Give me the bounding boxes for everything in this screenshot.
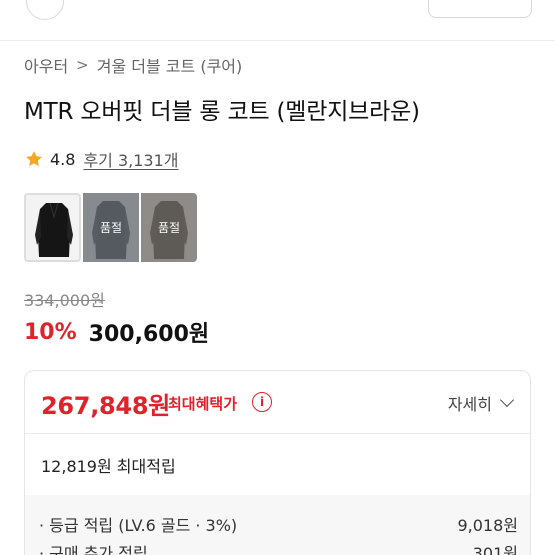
points-total: 12,819원 최대적립 [41, 457, 176, 476]
color-option-black[interactable] [24, 193, 81, 262]
points-label: · 구매 추가 적립 [39, 544, 148, 555]
discount-rate: 10% [24, 319, 77, 345]
back-button[interactable] [26, 0, 64, 20]
star-icon [26, 151, 42, 167]
points-breakdown: · 등급 적립 (LV.6 골드 · 3%) 9,018원 · 구매 추가 적립… [25, 495, 530, 555]
color-option-brown[interactable]: 품절 [141, 193, 197, 262]
color-options: 품절 품절 [24, 193, 197, 262]
breadcrumb: 아우터 > 겨울 더블 코트 (쿠어) [24, 53, 242, 77]
benefit-header[interactable]: 267,848원 최대혜택가 i 자세히 [25, 371, 530, 433]
original-price: 334,000원 [24, 291, 105, 310]
max-benefit-price: 267,848원 [41, 392, 170, 420]
color-option-navy[interactable]: 품절 [83, 193, 139, 262]
rating-value: 4.8 [50, 149, 76, 169]
review-link[interactable]: 후기 3,131개 [83, 147, 178, 171]
points-label: · 등급 적립 (LV.6 골드 · 3%) [39, 516, 238, 535]
points-amount: 301원 [472, 544, 518, 555]
list-item: · 등급 적립 (LV.6 골드 · 3%) 9,018원 [39, 512, 518, 536]
benefit-panel: 267,848원 최대혜택가 i 자세히 12,819원 최대적립 · 등급 적… [24, 370, 531, 555]
top-action-button[interactable] [428, 0, 532, 18]
breadcrumb-separator: > [76, 56, 89, 74]
soldout-label: 품절 [141, 193, 197, 262]
divider [0, 40, 555, 41]
info-icon[interactable]: i [252, 392, 272, 412]
sale-price: 300,600원 [88, 322, 210, 347]
detail-label: 자세히 [447, 395, 492, 414]
page-title: MTR 오버핏 더블 롱 코트 (멜란지브라운) [24, 99, 420, 125]
max-benefit-label: 최대혜택가 [168, 395, 238, 413]
soldout-label: 품절 [83, 193, 139, 262]
points-amount: 9,018원 [457, 516, 518, 535]
price-row: 10% 300,600원 [24, 316, 209, 348]
breadcrumb-item-outer[interactable]: 아우터 [24, 53, 68, 77]
detail-toggle-button[interactable]: 자세히 [447, 391, 515, 415]
breadcrumb-item-winter-coat[interactable]: 겨울 더블 코트 (쿠어) [97, 53, 243, 77]
chevron-down-icon [499, 392, 515, 408]
divider [25, 433, 530, 434]
coat-image-black [26, 195, 79, 260]
list-item: · 구매 추가 적립 301원 [39, 540, 518, 555]
top-bar [0, 0, 555, 20]
rating-row: 4.8 후기 3,131개 [24, 147, 179, 171]
